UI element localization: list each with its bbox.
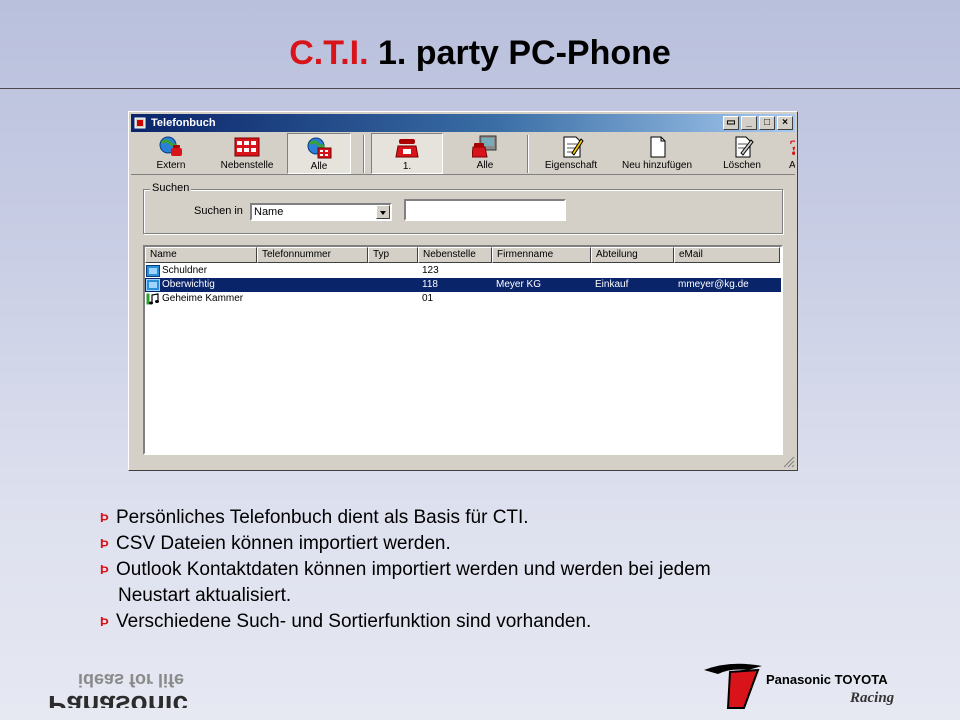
column-type[interactable]: Typ: [368, 247, 418, 263]
tool-alle-phones[interactable]: Alle: [447, 133, 523, 174]
column-extension[interactable]: Nebenstelle: [418, 247, 492, 263]
restore-alt-button[interactable]: ▭: [723, 116, 739, 130]
bullet-mark: Þ: [100, 510, 109, 525]
minimize-button[interactable]: _: [741, 116, 757, 130]
phone-book-icon: [146, 265, 160, 277]
bullet-mark: Þ: [100, 536, 109, 551]
bullet-text-continued: Neustart aktualisiert.: [118, 585, 292, 606]
close-button[interactable]: ×: [777, 116, 793, 130]
title-divider: [0, 88, 960, 89]
search-field-label: Suchen in: [194, 205, 243, 217]
tool-neu-hinzufuegen[interactable]: Neu hinzufügen: [609, 133, 705, 174]
window-controls: ▭ _ □ ×: [723, 116, 793, 130]
search-field-select[interactable]: Name: [250, 203, 392, 221]
svg-text:ideas for life: ideas for life: [78, 670, 184, 690]
cell-name: Oberwichtig: [162, 279, 215, 290]
column-phone[interactable]: Telefonnummer: [257, 247, 368, 263]
cell-department: Einkauf: [595, 279, 629, 290]
svg-text:Racing: Racing: [849, 690, 895, 706]
bullet-item: Þ CSV Dateien können importiert werden.: [100, 531, 900, 557]
column-department[interactable]: Abteilung: [591, 247, 674, 263]
panasonic-toyota-racing-logo: Panasonic TOYOTA Racing: [704, 663, 895, 709]
bullet-text: CSV Dateien können importiert werden.: [116, 533, 451, 554]
bullet-text: Verschiedene Such- und Sortierfunktion s…: [116, 611, 592, 632]
resize-grip-icon[interactable]: [783, 456, 795, 468]
bullet-item: Þ Persönliches Telefonbuch dient als Bas…: [100, 505, 900, 531]
globe-extension-icon: [307, 137, 332, 159]
list-header: Name Telefonnummer Typ Nebenstelle Firme…: [145, 247, 780, 263]
bullet-mark: Þ: [100, 614, 109, 629]
title-accent: C.T.I.: [289, 34, 369, 72]
table-row[interactable]: Geheime Kammer 01: [145, 292, 781, 306]
new-page-icon: [650, 136, 666, 158]
tool-first-party[interactable]: 1.: [371, 133, 443, 174]
search-group: Suchen Suchen in Name: [143, 182, 783, 234]
cell-email: mmeyer@kg.de: [678, 279, 749, 290]
table-row[interactable]: Schuldner 123: [145, 264, 781, 278]
tool-hilfe[interactable]: ? Ar: [779, 133, 795, 174]
svg-text:?: ?: [789, 135, 795, 159]
svg-text:Panasonic: Panasonic: [48, 690, 188, 708]
window-title: Telefonbuch: [151, 117, 216, 129]
globe-phone-icon: [159, 136, 182, 156]
cell-extension: 118: [422, 279, 438, 290]
maximize-button[interactable]: □: [759, 116, 775, 130]
column-name[interactable]: Name: [145, 247, 257, 263]
window-titlebar[interactable]: Telefonbuch ▭ _ □ ×: [131, 114, 795, 132]
phone-book-icon: [146, 279, 160, 291]
cell-name: Geheime Kammer: [162, 293, 244, 304]
cell-name: Schuldner: [162, 265, 208, 276]
properties-icon: [563, 136, 584, 158]
chevron-down-icon[interactable]: [376, 205, 390, 219]
column-email[interactable]: eMail: [674, 247, 780, 263]
bullet-item: Þ Outlook Kontaktdaten können importiert…: [100, 557, 900, 609]
bullet-list: Þ Persönliches Telefonbuch dient als Bas…: [100, 505, 900, 635]
tool-extern[interactable]: Extern: [135, 133, 207, 174]
red-phone-icon: [395, 139, 419, 158]
search-input[interactable]: [404, 199, 566, 221]
phone-group-icon: [472, 135, 497, 158]
cell-company: Meyer KG: [496, 279, 542, 290]
app-icon: [134, 117, 146, 129]
bullet-mark: Þ: [100, 562, 109, 577]
extensions-icon: [234, 137, 260, 157]
tool-alle-extern[interactable]: Alle: [287, 133, 351, 174]
column-company[interactable]: Firmenname: [492, 247, 591, 263]
search-group-label: Suchen: [150, 182, 192, 194]
bullet-text: Persönliches Telefonbuch dient als Basis…: [116, 507, 529, 528]
search-field-value: Name: [254, 206, 284, 218]
contacts-list: Name Telefonnummer Typ Nebenstelle Firme…: [143, 245, 783, 455]
cell-extension: 01: [422, 293, 434, 304]
panasonic-logo: ideas for life Panasonic: [48, 670, 188, 708]
help-icon: ?: [789, 135, 795, 159]
slide-title: C.T.I. 1. party PC-Phone: [0, 34, 960, 73]
bullet-item: Þ Verschiedene Such- und Sortierfunktion…: [100, 609, 900, 635]
svg-text:Panasonic TOYOTA: Panasonic TOYOTA: [766, 672, 888, 687]
toolbar: Extern Nebenstelle Alle 1. Alle Eigensch…: [131, 133, 795, 175]
bullet-text: Outlook Kontaktdaten können importiert w…: [116, 559, 711, 580]
tool-nebenstelle[interactable]: Nebenstelle: [211, 133, 283, 174]
delete-page-icon: [735, 136, 754, 158]
tool-loeschen[interactable]: Löschen: [705, 133, 779, 174]
tool-eigenschaft[interactable]: Eigenschaft: [533, 133, 609, 174]
music-note-icon: [146, 293, 159, 305]
title-rest: 1. party PC-Phone: [368, 34, 671, 72]
toolbar-separator: [527, 135, 529, 173]
cell-extension: 123: [422, 265, 439, 276]
table-row-selected[interactable]: Oberwichtig 118 Meyer KG Einkauf mmeyer@…: [145, 278, 781, 292]
toolbar-separator: [363, 135, 365, 173]
phonebook-window: Telefonbuch ▭ _ □ × Extern Nebenstelle A…: [128, 111, 798, 471]
